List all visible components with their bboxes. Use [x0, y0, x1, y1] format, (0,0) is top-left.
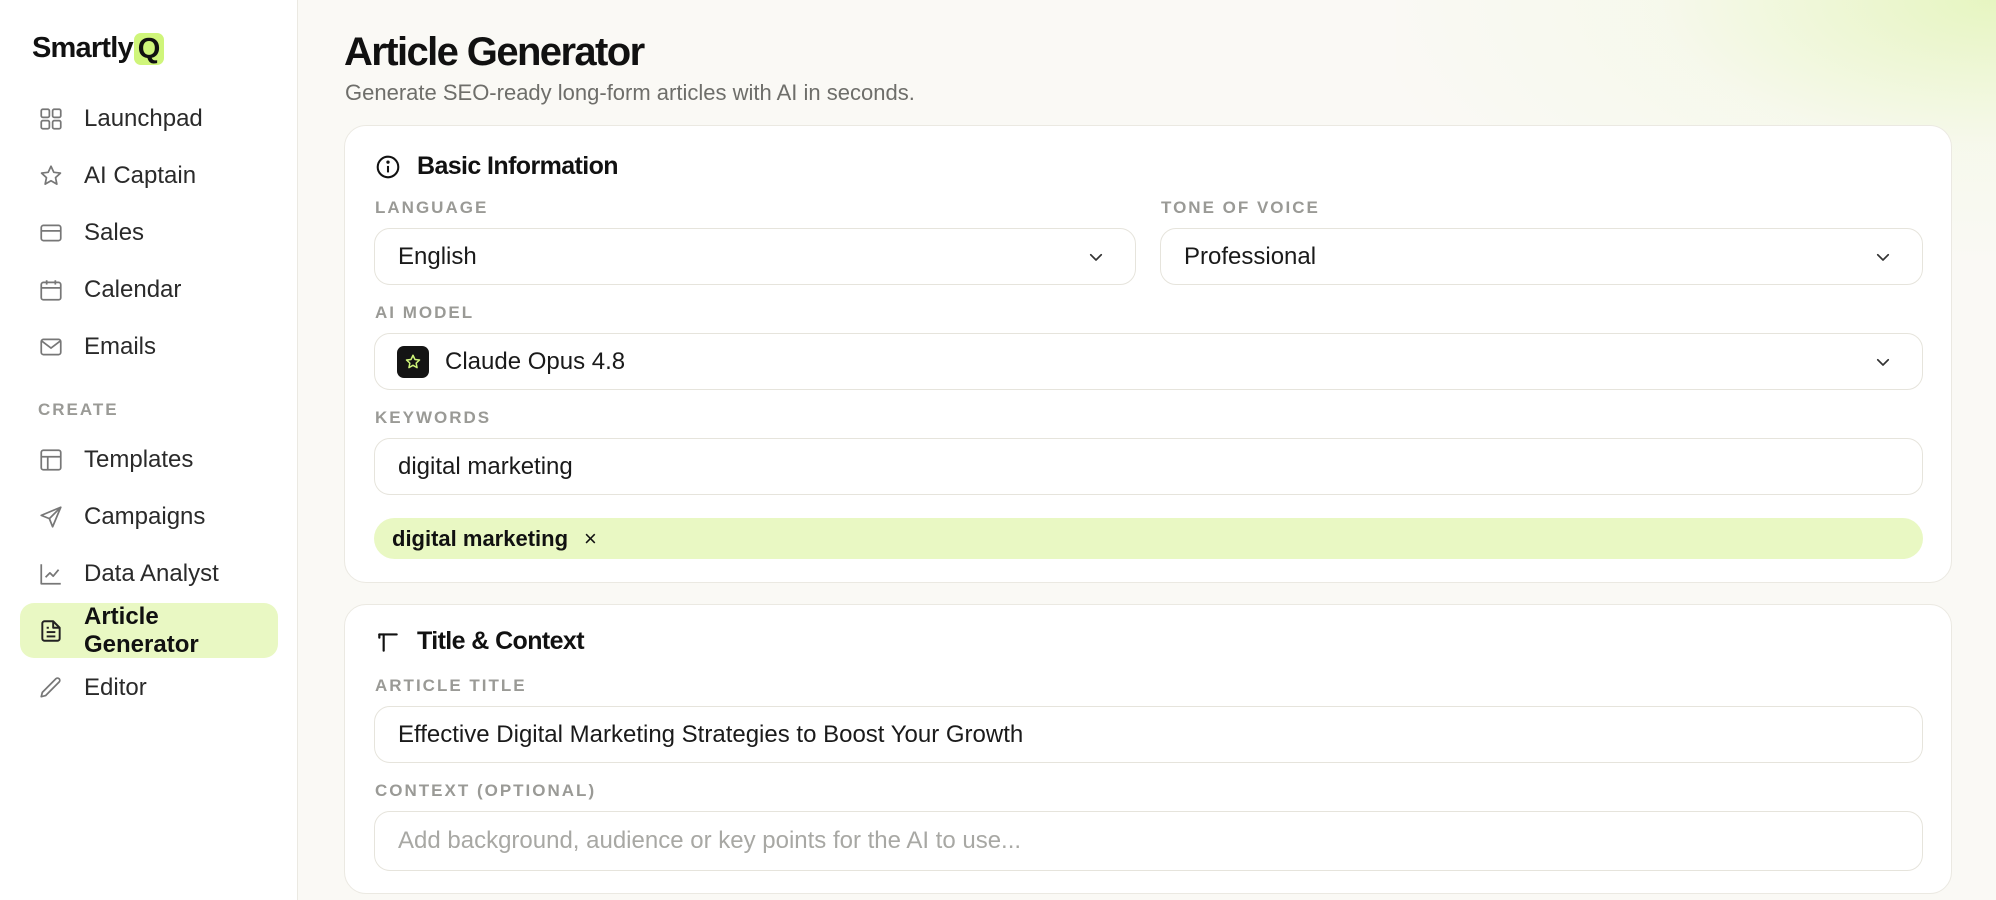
card-icon: [38, 220, 64, 246]
basic-information-title: Basic Information: [417, 152, 619, 180]
article-title-label: ARTICLE TITLE: [375, 676, 527, 695]
logo-mark: Q: [133, 32, 164, 65]
chevron-down-icon: [1089, 253, 1103, 261]
sidebar-item-data-analyst[interactable]: Data Analyst: [20, 546, 278, 601]
calendar-icon: [38, 277, 64, 303]
logo-wordmark: Smartly: [32, 32, 134, 64]
sidebar-item-label: Campaigns: [84, 502, 206, 530]
tone-label: TONE OF VOICE: [1161, 198, 1320, 217]
context-label: CONTEXT (OPTIONAL): [375, 781, 597, 800]
keywords-input[interactable]: digital marketing: [374, 438, 1923, 495]
sidebar-item-editor[interactable]: Editor: [20, 660, 278, 715]
logo[interactable]: Smartly Q: [32, 32, 164, 65]
tone-value: Professional: [1184, 242, 1317, 270]
sidebar-item-article-generator[interactable]: Article Generator: [20, 603, 278, 658]
sidebar-item-calendar[interactable]: Calendar: [20, 262, 278, 317]
sidebar-item-label: AI Captain: [84, 161, 197, 189]
sidebar-item-label: Launchpad: [84, 104, 203, 132]
title-context-heading: Title & Context: [375, 627, 585, 656]
sidebar-item-campaigns[interactable]: Campaigns: [20, 489, 278, 544]
sidebar-item-label: Data Analyst: [84, 559, 219, 587]
sidebar-item-label: Calendar: [84, 275, 182, 303]
send-icon: [38, 504, 64, 530]
basic-information-heading: Basic Information: [375, 152, 619, 181]
sidebar-item-ai-captain[interactable]: AI Captain: [20, 148, 278, 203]
ai-model-label: AI MODEL: [375, 303, 475, 322]
text-icon: [375, 628, 403, 656]
chart-icon: [38, 561, 64, 587]
star-icon: [38, 163, 64, 189]
sidebar-item-templates[interactable]: Templates: [20, 432, 278, 487]
language-label: LANGUAGE: [375, 198, 489, 217]
pencil-icon: [38, 675, 64, 701]
sidebar-item-emails[interactable]: Emails: [20, 319, 278, 374]
keyword-tags: digital marketing ×: [374, 518, 1923, 559]
context-placeholder: Add background, audience or key points f…: [398, 827, 1022, 854]
sidebar-item-label: Editor: [84, 673, 147, 701]
tone-select[interactable]: Professional: [1160, 228, 1923, 285]
page-title: Article Generator: [344, 30, 645, 74]
sidebar-item-label: Article Generator: [84, 602, 199, 658]
sidebar: Smartly Q Launchpad AI Captain Sales Cale…: [0, 0, 298, 900]
article-title-value: Effective Digital Marketing Strategies t…: [398, 720, 1024, 748]
chevron-down-icon: [1876, 253, 1890, 261]
sidebar-item-label: Emails: [84, 332, 157, 360]
basic-information-card: Basic Information LANGUAGE English TONE …: [344, 125, 1952, 583]
context-textarea[interactable]: Add background, audience or key points f…: [374, 811, 1923, 871]
ai-model-select[interactable]: Claude Opus 4.8: [374, 333, 1923, 390]
sidebar-nav: Launchpad AI Captain Sales Calendar Emai…: [20, 91, 278, 717]
sidebar-item-label: Sales: [84, 218, 145, 246]
model-star-icon: [397, 345, 429, 378]
chevron-down-icon: [1876, 358, 1890, 366]
keywords-label: KEYWORDS: [375, 408, 492, 427]
sidebar-item-sales[interactable]: Sales: [20, 205, 278, 260]
mail-icon: [38, 334, 64, 360]
sidebar-section-create: CREATE: [38, 400, 119, 419]
ai-model-value: Claude Opus 4.8: [445, 347, 626, 375]
info-icon: [375, 153, 403, 181]
title-context-title: Title & Context: [417, 627, 585, 655]
page-subtitle: Generate SEO-ready long-form articles wi…: [345, 80, 915, 105]
keywords-value: digital marketing: [398, 452, 573, 480]
title-context-card: Title & Context ARTICLE TITLE Effective …: [344, 604, 1952, 894]
document-icon: [38, 618, 64, 644]
keyword-tag: digital marketing: [392, 525, 569, 551]
layout-icon: [38, 447, 64, 473]
remove-tag-icon[interactable]: ×: [584, 526, 597, 552]
language-value: English: [398, 242, 477, 270]
sidebar-item-launchpad[interactable]: Launchpad: [20, 91, 278, 146]
grid-icon: [38, 106, 64, 132]
sidebar-item-label: Templates: [84, 445, 194, 473]
language-select[interactable]: English: [374, 228, 1136, 285]
article-title-input[interactable]: Effective Digital Marketing Strategies t…: [374, 706, 1923, 763]
